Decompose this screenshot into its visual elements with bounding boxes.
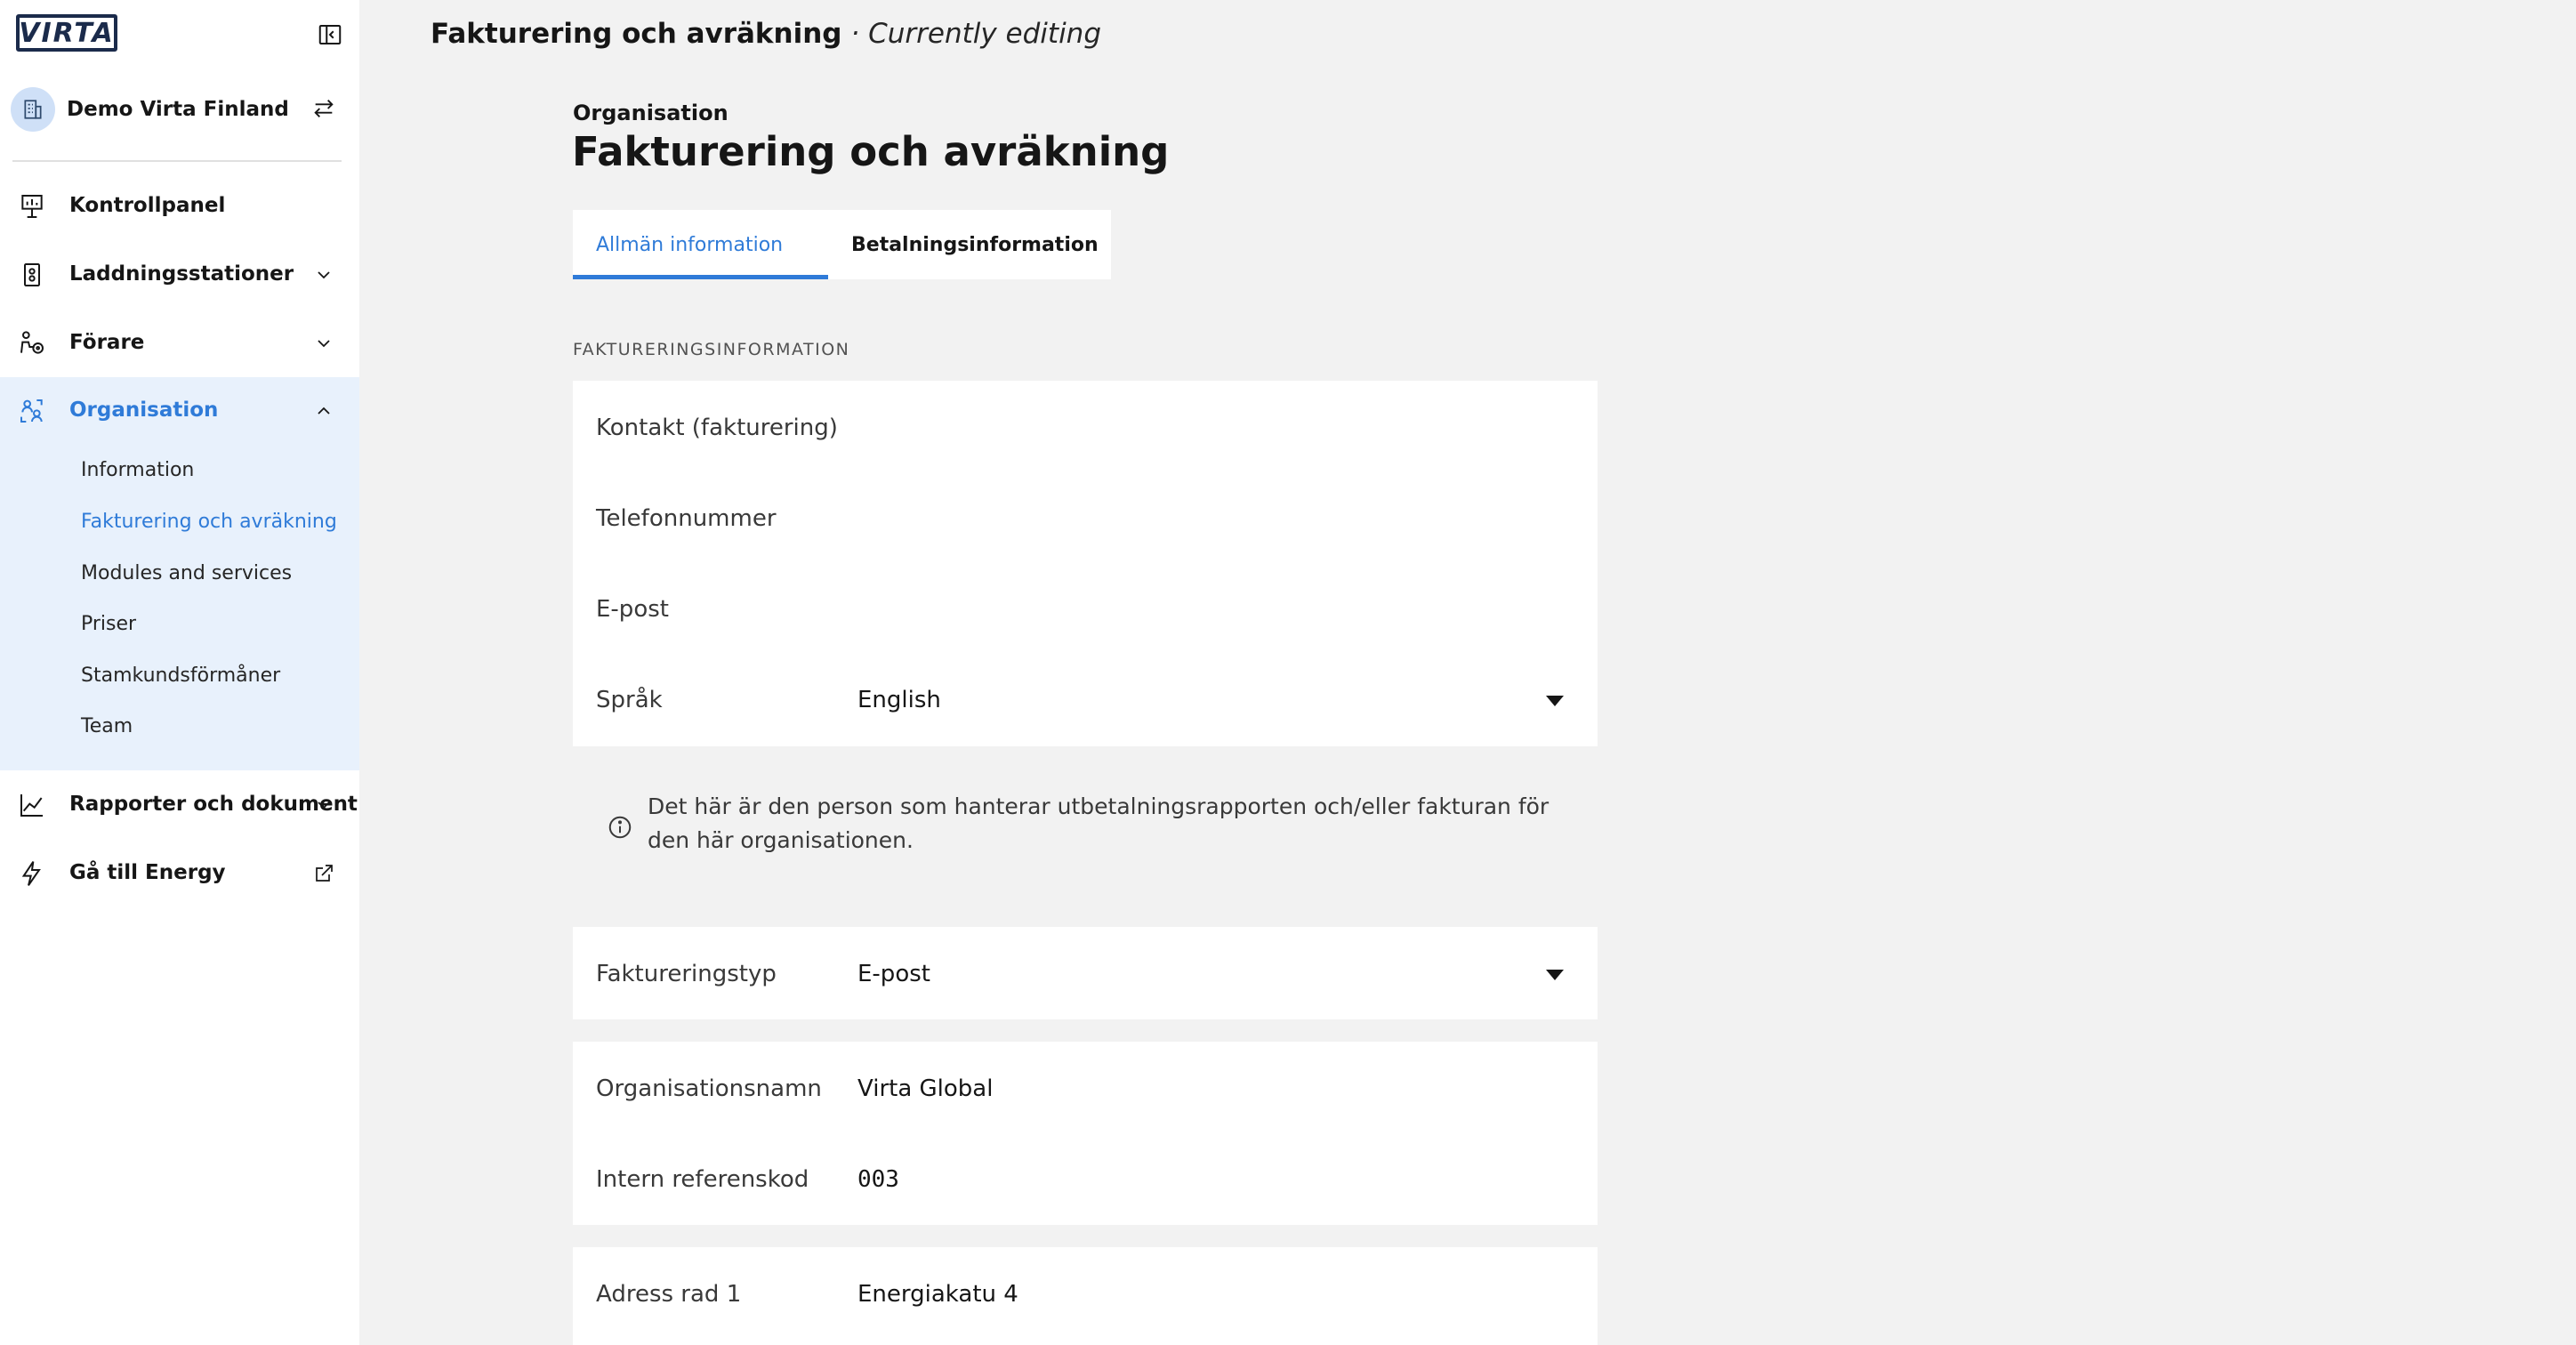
reference-code-input[interactable]: 003 xyxy=(857,1166,899,1193)
email-field[interactable]: E-post xyxy=(596,582,1574,635)
organisation-submenu: Organisation Information Fakturering och… xyxy=(0,377,359,770)
tab-payment-information[interactable]: Betalningsinformation xyxy=(828,210,1111,279)
field-label: Faktureringstyp xyxy=(596,961,777,987)
organisation-name-field[interactable]: Organisationsnamn Virta Global xyxy=(596,1061,1574,1115)
dropdown-caret-icon[interactable] xyxy=(1546,970,1564,980)
sidebar: VIRTA Demo Virta Finland Kontrollpanel L… xyxy=(0,0,359,1345)
chevron-down-icon xyxy=(318,340,330,348)
editing-status: · Currently editing xyxy=(850,18,1102,50)
subnav-item-information[interactable]: Information xyxy=(81,459,194,481)
charging-station-icon xyxy=(24,263,40,286)
field-label: E-post xyxy=(596,596,669,623)
subnav-item-team[interactable]: Team xyxy=(81,715,133,737)
sidebar-item-label: Förare xyxy=(69,331,145,354)
field-label: Organisationsnamn xyxy=(596,1075,822,1102)
building-icon xyxy=(11,87,55,132)
sidebar-item-kontrollpanel[interactable]: Kontrollpanel xyxy=(0,173,359,240)
field-label: Språk xyxy=(596,687,663,713)
header-title: Fakturering och avräkning xyxy=(431,18,842,50)
subnav-item-priser[interactable]: Priser xyxy=(81,613,136,635)
sidebar-item-label: Gå till Energy xyxy=(69,861,226,884)
tab-bar: Allmän information Betalningsinformation xyxy=(573,210,1111,279)
language-select[interactable]: Språk English xyxy=(596,672,1574,726)
external-link-icon xyxy=(316,865,333,882)
billing-type-card: Faktureringstyp E-post xyxy=(573,927,1598,1019)
chevron-down-icon xyxy=(318,271,330,279)
contact-field[interactable]: Kontakt (fakturering) xyxy=(596,400,1574,454)
dropdown-caret-icon[interactable] xyxy=(1546,696,1564,706)
organisation-switcher[interactable]: Demo Virta Finland xyxy=(11,87,342,135)
chevron-up-icon xyxy=(318,407,330,415)
info-icon xyxy=(608,816,632,839)
switch-arrows-icon xyxy=(314,100,334,117)
page-header: Fakturering och avräkning · Currently ed… xyxy=(431,18,1101,50)
sidebar-collapse-icon xyxy=(318,25,342,44)
lightning-icon xyxy=(21,861,41,886)
collapse-sidebar-button[interactable] xyxy=(317,21,343,48)
reference-code-field[interactable]: Intern referenskod 003 xyxy=(596,1152,1574,1205)
sidebar-divider xyxy=(12,160,342,162)
sidebar-item-energy[interactable]: Gå till Energy xyxy=(0,840,359,907)
language-value[interactable]: English xyxy=(857,687,941,713)
switch-organisation-button[interactable] xyxy=(311,96,338,123)
contact-card: Kontakt (fakturering) Telefonnummer E-po… xyxy=(573,381,1598,746)
organisation-icon xyxy=(20,399,43,423)
address-line-1-input[interactable]: Energiakatu 4 xyxy=(857,1281,1018,1308)
organisation-name-input[interactable]: Virta Global xyxy=(857,1075,993,1102)
sidebar-item-label: Kontrollpanel xyxy=(69,194,226,217)
page-title: Fakturering och avräkning xyxy=(572,128,1170,175)
address-card: Adress rad 1 Energiakatu 4 xyxy=(573,1247,1598,1345)
billing-type-value[interactable]: E-post xyxy=(857,961,930,987)
subnav-item-stamkund[interactable]: Stamkundsförmåner xyxy=(81,664,280,687)
sidebar-item-organisation[interactable]: Organisation xyxy=(0,377,359,445)
field-label: Telefonnummer xyxy=(596,505,777,532)
address-line-1-field[interactable]: Adress rad 1 Energiakatu 4 xyxy=(596,1267,1574,1320)
chevron-down-icon xyxy=(318,801,330,809)
subnav-item-modules[interactable]: Modules and services xyxy=(81,562,292,584)
sidebar-item-laddningsstationer[interactable]: Laddningsstationer xyxy=(0,241,359,309)
billing-type-select[interactable]: Faktureringstyp E-post xyxy=(596,946,1574,1000)
tab-general-information[interactable]: Allmän information xyxy=(573,210,828,279)
field-label: Kontakt (fakturering) xyxy=(596,415,838,441)
dashboard-icon xyxy=(21,195,43,218)
sidebar-item-label: Laddningsstationer xyxy=(69,262,294,286)
section-title: FAKTURERINGSINFORMATION xyxy=(573,340,850,359)
driver-icon xyxy=(20,331,44,354)
field-label: Adress rad 1 xyxy=(596,1281,742,1308)
virta-logo[interactable]: VIRTA xyxy=(16,14,117,52)
organisation-card: Organisationsnamn Virta Global Intern re… xyxy=(573,1042,1598,1225)
info-text: Det här är den person som hanterar utbet… xyxy=(648,793,1550,853)
chart-icon xyxy=(20,794,43,817)
organisation-name: Demo Virta Finland xyxy=(67,98,289,121)
logo-row: VIRTA xyxy=(16,14,343,55)
phone-field[interactable]: Telefonnummer xyxy=(596,491,1574,544)
breadcrumb[interactable]: Organisation xyxy=(573,101,729,125)
field-label: Intern referenskod xyxy=(596,1166,809,1193)
sidebar-item-rapporter[interactable]: Rapporter och dokument xyxy=(0,771,359,839)
sidebar-item-label: Organisation xyxy=(69,399,219,422)
subnav-item-fakturering[interactable]: Fakturering och avräkning xyxy=(81,511,337,533)
sidebar-item-forare[interactable]: Förare xyxy=(0,310,359,377)
